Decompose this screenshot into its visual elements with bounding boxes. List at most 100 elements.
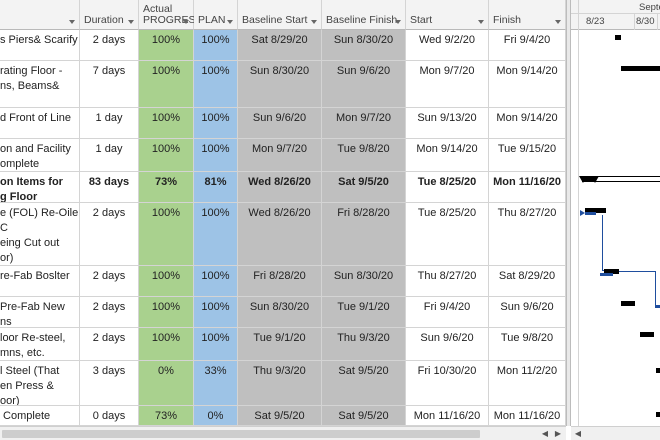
start-cell[interactable]: Tue 8/25/20 bbox=[406, 203, 489, 265]
actual-progress-cell[interactable]: 100% bbox=[139, 108, 194, 138]
task-name-cell[interactable]: e (FOL) Re-Oiler C eing Cut out or) bbox=[0, 203, 80, 265]
actual-progress-cell[interactable]: 73% bbox=[139, 406, 194, 425]
scrollbar-thumb[interactable] bbox=[2, 430, 480, 438]
finish-cell[interactable]: Sun 9/6/20 bbox=[489, 297, 566, 327]
baseline-finish-cell[interactable]: Sat 9/5/20 bbox=[322, 361, 406, 405]
task-name-cell[interactable]: re-Fab Boslter bbox=[0, 266, 80, 296]
header-plan[interactable]: PLAN bbox=[194, 0, 238, 30]
dropdown-arrow-icon[interactable] bbox=[227, 20, 233, 24]
plan-cell[interactable]: 100% bbox=[194, 139, 238, 171]
task-name-cell[interactable]: on and Facility omplete bbox=[0, 139, 80, 171]
gantt-task-bar[interactable] bbox=[656, 368, 660, 373]
duration-cell[interactable]: 83 days bbox=[80, 172, 139, 202]
duration-cell[interactable]: 3 days bbox=[80, 361, 139, 405]
baseline-start-cell[interactable]: Wed 8/26/20 bbox=[238, 203, 322, 265]
actual-progress-cell[interactable]: 100% bbox=[139, 139, 194, 171]
plan-cell[interactable]: 100% bbox=[194, 297, 238, 327]
table-row[interactable]: s Piers& Scarify 2 days 100% 100% Sat 8/29/2… bbox=[0, 30, 566, 61]
finish-cell[interactable]: Sat 8/29/20 bbox=[489, 266, 566, 296]
baseline-start-cell[interactable]: Fri 8/28/20 bbox=[238, 266, 322, 296]
actual-progress-cell[interactable]: 100% bbox=[139, 297, 194, 327]
header-task-name[interactable] bbox=[0, 0, 80, 30]
dropdown-arrow-icon[interactable] bbox=[128, 20, 134, 24]
header-actual-progress[interactable]: Actual PROGRES bbox=[139, 0, 196, 30]
table-row[interactable]: e (FOL) Re-Oiler C eing Cut out or) 2 day… bbox=[0, 203, 566, 266]
header-finish[interactable]: Finish bbox=[489, 0, 566, 30]
plan-cell[interactable]: 100% bbox=[194, 328, 238, 360]
start-cell[interactable]: Mon 11/16/20 bbox=[406, 406, 489, 425]
duration-cell[interactable]: 1 day bbox=[80, 139, 139, 171]
duration-cell[interactable]: 2 days bbox=[80, 297, 139, 327]
scroll-right-icon[interactable]: ▶ bbox=[553, 429, 563, 439]
actual-progress-cell[interactable]: 100% bbox=[139, 328, 194, 360]
actual-progress-cell[interactable]: 100% bbox=[139, 30, 194, 60]
plan-cell[interactable]: 81% bbox=[194, 172, 238, 202]
baseline-start-cell[interactable]: Sun 8/30/20 bbox=[238, 61, 322, 107]
baseline-finish-cell[interactable]: Sun 9/6/20 bbox=[322, 61, 406, 107]
finish-cell[interactable]: Tue 9/8/20 bbox=[489, 328, 566, 360]
baseline-start-cell[interactable]: Sun 8/30/20 bbox=[238, 297, 322, 327]
baseline-finish-cell[interactable]: Sun 8/30/20 bbox=[322, 266, 406, 296]
plan-cell[interactable]: 100% bbox=[194, 203, 238, 265]
task-name-cell[interactable]: s Piers& Scarify bbox=[0, 30, 80, 60]
finish-cell[interactable]: Mon 11/16/20 bbox=[489, 172, 566, 202]
task-name-cell[interactable]: Pre-Fab New ns bbox=[0, 297, 80, 327]
table-row[interactable]: re-Fab Boslter 2 days 100% 100% Fri 8/28/20 S… bbox=[0, 266, 566, 297]
baseline-start-cell[interactable]: Mon 9/7/20 bbox=[238, 139, 322, 171]
duration-cell[interactable]: 0 days bbox=[80, 406, 139, 425]
actual-progress-cell[interactable]: 100% bbox=[139, 266, 194, 296]
baseline-start-cell[interactable]: Sat 8/29/20 bbox=[238, 30, 322, 60]
task-name-cell[interactable]: rating Floor - ns, Beams& bbox=[0, 61, 80, 107]
finish-cell[interactable]: Fri 9/4/20 bbox=[489, 30, 566, 60]
start-cell[interactable]: Mon 9/14/20 bbox=[406, 139, 489, 171]
baseline-finish-cell[interactable]: Tue 9/8/20 bbox=[322, 139, 406, 171]
scroll-left-icon[interactable]: ◀ bbox=[540, 429, 550, 439]
finish-cell[interactable]: Mon 11/2/20 bbox=[489, 361, 566, 405]
dropdown-arrow-icon[interactable] bbox=[395, 20, 401, 24]
start-cell[interactable]: Fri 9/4/20 bbox=[406, 297, 489, 327]
finish-cell[interactable]: Mon 9/14/20 bbox=[489, 61, 566, 107]
plan-cell[interactable]: 100% bbox=[194, 108, 238, 138]
finish-cell[interactable]: Mon 11/16/20 bbox=[489, 406, 566, 425]
start-cell[interactable]: Mon 9/7/20 bbox=[406, 61, 489, 107]
header-duration[interactable]: Duration bbox=[80, 0, 139, 30]
task-name-cell[interactable]: l Steel (That en Press & oor) bbox=[0, 361, 80, 405]
duration-cell[interactable]: 2 days bbox=[80, 266, 139, 296]
table-row[interactable]: Pre-Fab New ns 2 days 100% 100% Sun 8/30/20 T… bbox=[0, 297, 566, 328]
duration-cell[interactable]: 2 days bbox=[80, 30, 139, 60]
header-baseline-start[interactable]: Baseline Start bbox=[238, 0, 322, 30]
start-cell[interactable]: Fri 10/30/20 bbox=[406, 361, 489, 405]
gantt-task-bar[interactable] bbox=[656, 412, 660, 417]
actual-progress-cell[interactable]: 73% bbox=[139, 172, 194, 202]
finish-cell[interactable]: Thu 8/27/20 bbox=[489, 203, 566, 265]
dropdown-arrow-icon[interactable] bbox=[478, 20, 484, 24]
baseline-finish-cell[interactable]: Mon 9/7/20 bbox=[322, 108, 406, 138]
dropdown-arrow-icon[interactable] bbox=[555, 20, 561, 24]
actual-progress-cell[interactable]: 100% bbox=[139, 203, 194, 265]
actual-progress-cell[interactable]: 0% bbox=[139, 361, 194, 405]
baseline-finish-cell[interactable]: Sat 9/5/20 bbox=[322, 406, 406, 425]
finish-cell[interactable]: Tue 9/15/20 bbox=[489, 139, 566, 171]
header-baseline-finish[interactable]: Baseline Finish bbox=[322, 0, 406, 30]
start-cell[interactable]: Tue 8/25/20 bbox=[406, 172, 489, 202]
gantt-horizontal-scrollbar[interactable]: ◀ bbox=[571, 426, 660, 440]
plan-cell[interactable]: 100% bbox=[194, 61, 238, 107]
baseline-finish-cell[interactable]: Fri 8/28/20 bbox=[322, 203, 406, 265]
dropdown-arrow-icon[interactable] bbox=[311, 20, 317, 24]
table-row[interactable]: on Items for g Floor 83 days 73% 81% Wed 8/2… bbox=[0, 172, 566, 203]
gantt-task-bar[interactable] bbox=[640, 332, 654, 337]
baseline-finish-cell[interactable]: Thu 9/3/20 bbox=[322, 328, 406, 360]
gantt-task-bar[interactable] bbox=[615, 35, 621, 40]
baseline-start-cell[interactable]: Wed 8/26/20 bbox=[238, 172, 322, 202]
table-row[interactable]: rating Floor - ns, Beams& 7 days 100% 100% S… bbox=[0, 61, 566, 108]
plan-cell[interactable]: 0% bbox=[194, 406, 238, 425]
plan-cell[interactable]: 100% bbox=[194, 30, 238, 60]
baseline-start-cell[interactable]: Thu 9/3/20 bbox=[238, 361, 322, 405]
duration-cell[interactable]: 2 days bbox=[80, 203, 139, 265]
duration-cell[interactable]: 7 days bbox=[80, 61, 139, 107]
table-row[interactable]: Complete 0 days 73% 0% Sat 9/5/20 Sat 9/5/20 M… bbox=[0, 406, 566, 426]
duration-cell[interactable]: 2 days bbox=[80, 328, 139, 360]
scroll-left-icon[interactable]: ◀ bbox=[573, 429, 583, 439]
header-start[interactable]: Start bbox=[406, 0, 489, 30]
dropdown-arrow-icon[interactable] bbox=[183, 20, 189, 24]
